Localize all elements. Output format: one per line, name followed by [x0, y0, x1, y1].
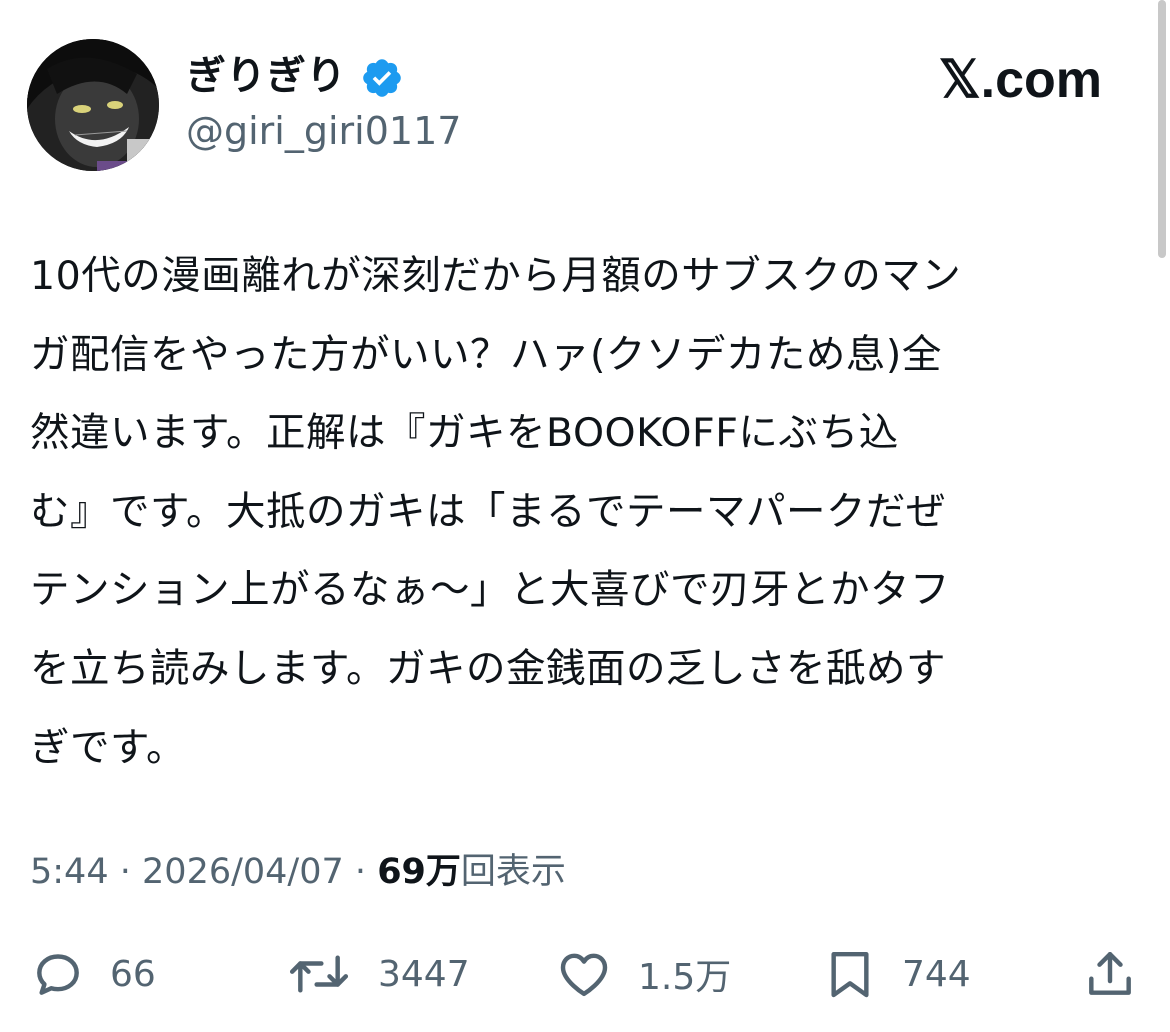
verified-badge-icon: [360, 56, 404, 100]
action-bar: 66 3447 1.5万 744: [0, 944, 1170, 1004]
views-label: 回表示: [460, 852, 566, 892]
meta-separator: ·: [354, 852, 367, 892]
reply-count: 66: [110, 953, 156, 995]
like-count: 1.5万: [638, 957, 732, 998]
bookmark-button[interactable]: 744: [822, 944, 971, 1004]
scrollbar[interactable]: [1158, 0, 1166, 258]
like-button[interactable]: 1.5万: [554, 944, 731, 1004]
retweet-arrows-icon: [289, 955, 349, 993]
tweet-time[interactable]: 5:44: [30, 852, 109, 892]
heart-icon: [560, 953, 608, 997]
tweet-meta: 5:44 · 2026/04/07 · 69万回表示: [30, 848, 566, 896]
share-button[interactable]: [1082, 944, 1138, 1004]
tweet-date[interactable]: 2026/04/07: [142, 852, 344, 892]
speech-bubble-icon: [37, 954, 79, 995]
views-count: 69万: [377, 852, 461, 892]
avatar-image: [27, 39, 159, 171]
avatar[interactable]: [27, 39, 159, 171]
retweet-button[interactable]: 3447: [284, 944, 470, 1004]
bookmark-icon: [831, 951, 869, 998]
meta-separator: ·: [119, 852, 131, 892]
retweet-count: 3447: [378, 953, 470, 995]
share-upload-icon: [1089, 951, 1131, 995]
reply-button[interactable]: 66: [30, 944, 156, 1004]
bookmark-count: 744: [902, 953, 971, 995]
display-name[interactable]: ぎりぎり: [186, 50, 346, 102]
author-handle[interactable]: @giri_giri0117: [186, 105, 461, 157]
tweet-text: 10代の漫画離れが深刻だから月額のサブスクのマン ガ配信をやった方がいい？ハァ(…: [30, 253, 962, 771]
x-com-logo: 𝕏.com: [938, 51, 1102, 109]
